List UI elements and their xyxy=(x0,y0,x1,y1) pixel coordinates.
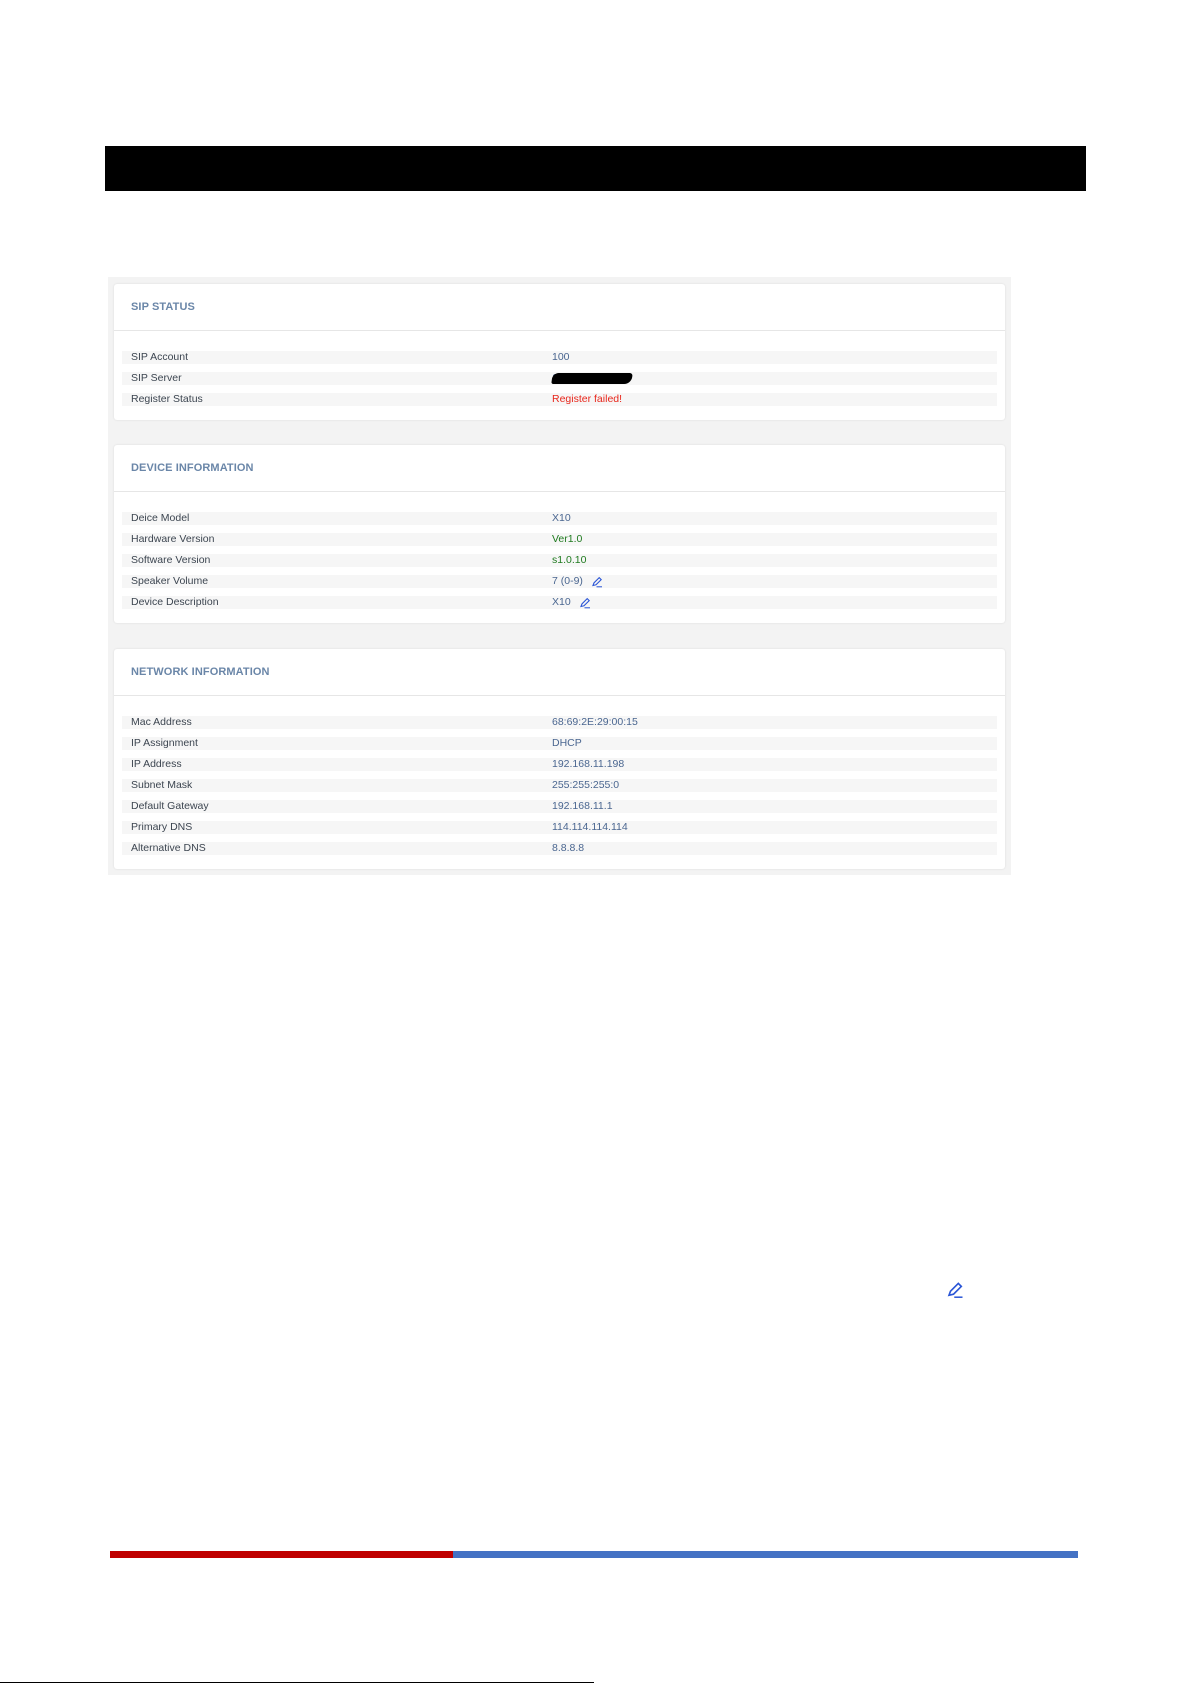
row-label: Alternative DNS xyxy=(131,842,206,854)
row-label: Primary DNS xyxy=(131,821,193,833)
panel-title: DEVICE INFORMATION xyxy=(131,462,254,474)
device-info-panel: DEVICE INFORMATION Deice Model X10 Hardw… xyxy=(114,445,1005,623)
row-label: Default Gateway xyxy=(131,800,209,812)
table-row: Subnet Mask 255:255:255:0 xyxy=(122,776,997,797)
alternative-dns-value: 8.8.8.8 xyxy=(552,842,585,854)
row-label: Mac Address xyxy=(131,716,192,728)
table-row: Mac Address 68:69:2E:29:00:15 xyxy=(122,713,997,734)
register-status-value: Register failed! xyxy=(552,393,623,405)
document-header-bar xyxy=(105,146,1086,191)
mac-address-value: 68:69:2E:29:00:15 xyxy=(552,716,638,728)
redaction-mark xyxy=(551,373,633,384)
table-row: Device Description X10 xyxy=(122,593,997,614)
panel-title: SIP STATUS xyxy=(131,301,195,313)
row-label: Speaker Volume xyxy=(131,575,209,587)
table-row: Software Version s1.0.10 xyxy=(122,551,997,572)
row-label: Hardware Version xyxy=(131,533,215,545)
pencil-edit-icon xyxy=(947,1282,963,1298)
table-row: Primary DNS 114.114.114.114 xyxy=(122,818,997,839)
sip-status-header: SIP STATUS xyxy=(114,284,1005,331)
pencil-edit-icon[interactable] xyxy=(579,597,591,609)
table-row: Deice Model X10 xyxy=(122,509,997,530)
row-label: SIP Server xyxy=(131,372,182,384)
panel-title: NETWORK INFORMATION xyxy=(131,666,270,678)
sip-server-value: 1 xyxy=(551,372,633,385)
row-label: Deice Model xyxy=(131,512,190,524)
bottom-rule xyxy=(0,1682,594,1683)
pencil-edit-icon[interactable] xyxy=(591,576,603,588)
table-row: Hardware Version Ver1.0 xyxy=(122,530,997,551)
ip-address-value: 192.168.11.198 xyxy=(552,758,625,770)
table-row: Default Gateway 192.168.11.1 xyxy=(122,797,997,818)
default-gateway-value: 192.168.11.1 xyxy=(552,800,613,812)
network-info-header: NETWORK INFORMATION xyxy=(114,649,1005,696)
table-row: Alternative DNS 8.8.8.8 xyxy=(122,839,997,860)
web-status-page: SIP STATUS SIP Account 100 SIP Server 1 … xyxy=(108,277,1011,875)
table-row: Register Status Register failed! xyxy=(122,390,997,411)
device-description-text: X10 xyxy=(552,596,571,608)
subnet-mask-value: 255:255:255:0 xyxy=(552,779,620,791)
software-version-value: s1.0.10 xyxy=(552,554,587,566)
footer-bar-red xyxy=(110,1551,453,1558)
table-row: SIP Server 1 xyxy=(122,369,997,390)
footer-bar-blue xyxy=(453,1551,1078,1558)
table-row: SIP Account 100 xyxy=(122,348,997,369)
device-info-header: DEVICE INFORMATION xyxy=(114,445,1005,492)
sip-status-panel: SIP STATUS SIP Account 100 SIP Server 1 … xyxy=(114,284,1005,420)
ip-assignment-value: DHCP xyxy=(552,737,582,749)
hardware-version-value: Ver1.0 xyxy=(552,533,583,545)
row-label: Software Version xyxy=(131,554,211,566)
row-label: IP Address xyxy=(131,758,182,770)
row-label: Register Status xyxy=(131,393,203,405)
network-info-panel: NETWORK INFORMATION Mac Address 68:69:2E… xyxy=(114,649,1005,869)
table-row: IP Address 192.168.11.198 xyxy=(122,755,997,776)
row-label: Subnet Mask xyxy=(131,779,193,791)
speaker-volume-value: 7 (0-9) xyxy=(552,575,603,588)
row-label: Device Description xyxy=(131,596,219,608)
table-row: Speaker Volume 7 (0-9) xyxy=(122,572,997,593)
speaker-volume-text: 7 (0-9) xyxy=(552,575,583,587)
device-description-value: X10 xyxy=(552,596,591,609)
device-model-value: X10 xyxy=(552,512,571,524)
table-row: IP Assignment DHCP xyxy=(122,734,997,755)
row-label: SIP Account xyxy=(131,351,189,363)
row-label: IP Assignment xyxy=(131,737,198,749)
sip-account-value: 100 xyxy=(552,351,570,363)
primary-dns-value: 114.114.114.114 xyxy=(552,821,628,833)
